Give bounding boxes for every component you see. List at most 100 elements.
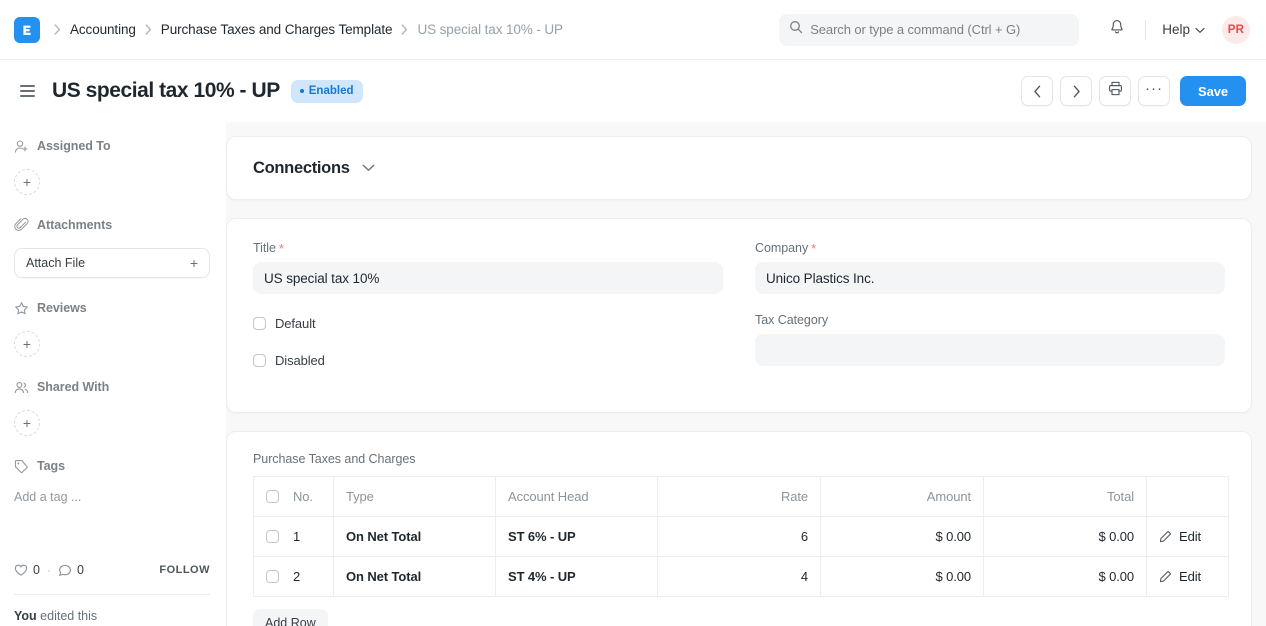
column-header-rate: Rate xyxy=(658,477,821,517)
sidebar-section-assigned-to: Assigned To + xyxy=(14,132,210,195)
row-total-cell[interactable]: $ 0.00 xyxy=(984,517,1147,557)
breadcrumb-item-template-list[interactable]: Purchase Taxes and Charges Template xyxy=(161,22,393,37)
disabled-checkbox-label: Disabled xyxy=(275,353,325,368)
table-row[interactable]: 1 On Net Total ST 6% - UP 6 $ 0.00 $ 0.0… xyxy=(254,517,1229,557)
more-actions-button[interactable]: ··· xyxy=(1138,76,1170,106)
default-checkbox-row[interactable]: Default xyxy=(253,312,723,334)
edit-row-button[interactable]: Edit xyxy=(1159,529,1216,544)
edit-row-label: Edit xyxy=(1179,529,1201,544)
default-checkbox-label: Default xyxy=(275,316,316,331)
notifications-button[interactable] xyxy=(1101,14,1133,46)
disabled-checkbox-row[interactable]: Disabled xyxy=(253,349,723,371)
row-checkbox[interactable] xyxy=(266,530,279,543)
next-document-button[interactable] xyxy=(1060,76,1092,106)
form-grid: Title * US special tax 10% Default xyxy=(253,241,1225,386)
row-check-wrap: 1 xyxy=(266,529,321,544)
add-tag-input[interactable]: Add a tag ... xyxy=(14,490,210,504)
last-edited-user: You xyxy=(14,609,37,623)
connections-section: Connections xyxy=(226,136,1252,200)
title-input[interactable]: US special tax 10% xyxy=(253,262,723,294)
row-no-cell: 1 xyxy=(254,517,334,557)
print-button[interactable] xyxy=(1099,76,1131,106)
app-logo-icon[interactable] xyxy=(14,17,40,43)
last-edited-text: You edited this xyxy=(14,607,210,626)
add-share-button[interactable]: + xyxy=(14,410,40,436)
row-rate-cell[interactable]: 4 xyxy=(658,557,821,597)
row-no-cell: 2 xyxy=(254,557,334,597)
assigned-to-header: Assigned To xyxy=(14,132,210,160)
attachments-label: Attachments xyxy=(37,218,112,232)
search-input[interactable]: Search or type a command (Ctrl + G) xyxy=(779,14,1079,46)
search-icon xyxy=(789,20,803,39)
plus-icon: + xyxy=(190,255,198,271)
row-checkbox[interactable] xyxy=(266,570,279,583)
page-actions: ··· Save xyxy=(1021,76,1246,106)
tag-icon xyxy=(14,459,29,474)
row-amount-cell[interactable]: $ 0.00 xyxy=(821,557,984,597)
attach-file-button[interactable]: Attach File + xyxy=(14,248,210,278)
row-amount-cell[interactable]: $ 0.00 xyxy=(821,517,984,557)
help-label: Help xyxy=(1162,22,1190,37)
company-label-text: Company xyxy=(755,241,808,255)
top-navbar: Accounting Purchase Taxes and Charges Te… xyxy=(0,0,1266,60)
row-actions-cell: Edit xyxy=(1147,557,1229,597)
sidebar-toggle-button[interactable] xyxy=(14,78,40,104)
row-account-head-cell[interactable]: ST 6% - UP xyxy=(496,517,658,557)
add-review-button[interactable]: + xyxy=(14,331,40,357)
row-type-cell[interactable]: On Net Total xyxy=(334,517,496,557)
heart-icon xyxy=(14,563,28,577)
follow-button[interactable]: FOLLOW xyxy=(159,564,210,576)
status-badge: Enabled xyxy=(291,80,363,103)
breadcrumb-item-accounting[interactable]: Accounting xyxy=(70,22,136,37)
taxes-table-head: No. Type Account Head Rate Amount Total xyxy=(254,477,1229,517)
assigned-to-label: Assigned To xyxy=(37,139,111,153)
paperclip-icon xyxy=(14,218,29,233)
edit-row-button[interactable]: Edit xyxy=(1159,569,1216,584)
help-menu-button[interactable]: Help xyxy=(1158,18,1209,41)
column-header-no: No. xyxy=(254,477,334,517)
title-field: Title * US special tax 10% xyxy=(253,241,723,294)
column-header-amount: Amount xyxy=(821,477,984,517)
avatar[interactable]: PR xyxy=(1222,16,1250,44)
main-content: Connections Title * US special tax 10% xyxy=(226,122,1266,626)
title-field-label: Title * xyxy=(253,241,723,255)
title-label-text: Title xyxy=(253,241,276,255)
add-row-button[interactable]: Add Row xyxy=(253,609,328,626)
chevron-down-icon[interactable] xyxy=(362,164,375,172)
breadcrumb-item-current: US special tax 10% - UP xyxy=(417,22,563,37)
row-rate-cell[interactable]: 6 xyxy=(658,517,821,557)
company-input[interactable]: Unico Plastics Inc. xyxy=(755,262,1225,294)
select-all-checkbox[interactable] xyxy=(266,490,279,503)
default-checkbox[interactable] xyxy=(253,317,266,330)
like-counter[interactable]: 0 xyxy=(14,563,40,577)
field-spacer xyxy=(755,294,1225,313)
tax-category-label-text: Tax Category xyxy=(755,313,828,327)
sidebar-section-tags: Tags Add a tag ... xyxy=(14,452,210,504)
disabled-checkbox[interactable] xyxy=(253,354,266,367)
table-row[interactable]: 2 On Net Total ST 4% - UP 4 $ 0.00 $ 0.0… xyxy=(254,557,1229,597)
details-form-section: Title * US special tax 10% Default xyxy=(226,218,1252,413)
table-header-row: No. Type Account Head Rate Amount Total xyxy=(254,477,1229,517)
like-count: 0 xyxy=(33,563,40,577)
add-assignment-button[interactable]: + xyxy=(14,169,40,195)
column-header-type: Type xyxy=(334,477,496,517)
row-number: 2 xyxy=(293,569,300,584)
company-field: Company * Unico Plastics Inc. xyxy=(755,241,1225,294)
row-type-cell[interactable]: On Net Total xyxy=(334,557,496,597)
company-field-label: Company * xyxy=(755,241,1225,255)
save-button[interactable]: Save xyxy=(1180,76,1246,106)
chevron-right-icon xyxy=(145,24,152,35)
required-asterisk: * xyxy=(279,242,284,255)
attachments-header: Attachments xyxy=(14,211,210,239)
row-total-cell[interactable]: $ 0.00 xyxy=(984,557,1147,597)
column-header-no-label: No. xyxy=(293,489,313,504)
row-account-head-cell[interactable]: ST 4% - UP xyxy=(496,557,658,597)
shared-with-label: Shared With xyxy=(37,380,109,394)
comment-counter[interactable]: 0 xyxy=(58,563,84,577)
tax-category-input[interactable] xyxy=(755,334,1225,366)
previous-document-button[interactable] xyxy=(1021,76,1053,106)
chevron-right-icon xyxy=(401,24,408,35)
sidebar-section-reviews: Reviews + xyxy=(14,294,210,357)
user-plus-icon xyxy=(14,139,29,154)
checkbox-group: Default Disabled xyxy=(253,312,723,371)
